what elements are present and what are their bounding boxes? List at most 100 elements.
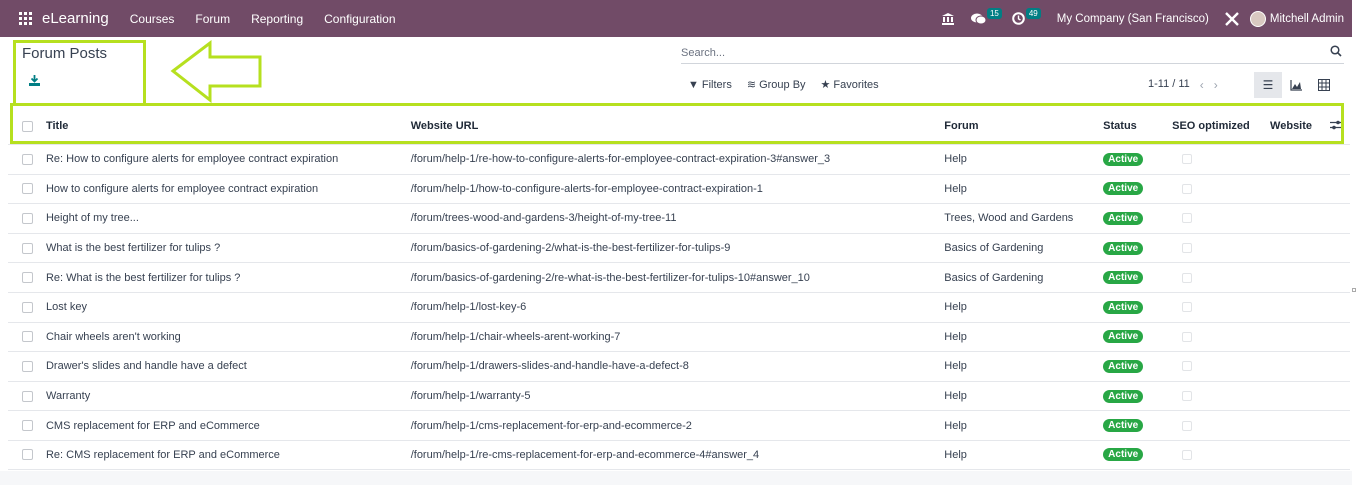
row-checkbox[interactable]: [22, 420, 33, 432]
highlight-box-title: [13, 40, 146, 106]
search-icon[interactable]: [1330, 45, 1342, 60]
cell-seo-optimized: [1172, 361, 1270, 372]
seo-checkbox: [1182, 243, 1193, 254]
cell-website-url: /forum/help-1/how-to-configure-alerts-fo…: [410, 182, 763, 195]
menu-courses[interactable]: Courses: [130, 12, 175, 26]
cell-seo-optimized: [1172, 449, 1270, 460]
cell-title: Re: How to configure alerts for employee…: [45, 153, 339, 166]
cell-seo-optimized: [1172, 154, 1270, 165]
company-switcher[interactable]: My Company (San Francisco): [1057, 13, 1209, 25]
table-row[interactable]: How to configure alerts for employee con…: [8, 173, 1350, 204]
cell-forum: Help: [944, 182, 967, 195]
cell-website-url: /forum/help-1/warranty-5: [410, 390, 531, 403]
cell-seo-optimized: [1172, 183, 1270, 194]
row-checkbox[interactable]: [22, 331, 33, 343]
graph-view-icon[interactable]: [1282, 72, 1310, 98]
cell-seo-optimized: [1172, 302, 1270, 313]
footer-band: [0, 471, 1352, 485]
highlight-box-header: [10, 103, 1344, 144]
activities-icon[interactable]: 49: [1012, 8, 1041, 25]
cell-status: Active: [1103, 359, 1172, 373]
table-row[interactable]: Warranty/forum/help-1/warranty-5 Help Acti…: [8, 380, 1350, 411]
cell-forum: Help: [944, 153, 967, 166]
table-row[interactable]: CMS replacement for ERP and eCommerce/fo…: [8, 410, 1350, 440]
table-row[interactable]: Height of my tree... /forum/trees-wood-an…: [8, 203, 1350, 233]
menu-reporting[interactable]: Reporting: [251, 12, 303, 26]
status-badge: Active: [1103, 359, 1144, 373]
favorites-button[interactable]: ★ Favorites: [821, 78, 879, 92]
status-badge: Active: [1103, 448, 1144, 462]
cell-forum: Basics of Gardening: [944, 242, 1044, 255]
cell-status: Active: [1103, 211, 1172, 225]
favorites-label: Favorites: [833, 78, 879, 91]
app-brand[interactable]: eLearning: [42, 10, 109, 27]
cell-title: CMS replacement for ERP and eCommerce: [45, 419, 260, 432]
cell-forum: Help: [944, 448, 967, 461]
cell-title: Chair wheels aren't working: [45, 330, 181, 343]
apps-menu-icon[interactable]: [19, 12, 32, 25]
filters-button[interactable]: ▼ Filters: [688, 78, 732, 91]
seo-checkbox: [1182, 449, 1193, 460]
table-body: Re: How to configure alerts for employee…: [8, 144, 1350, 470]
table-row[interactable]: Re: What is the best fertilizer for tuli…: [8, 262, 1350, 292]
cell-title: Lost key: [45, 301, 87, 314]
table-row[interactable]: Drawer's slides and handle have a defect…: [8, 351, 1350, 381]
filter-icon: ▼: [688, 78, 699, 91]
group-by-button[interactable]: ≋ Group By: [746, 78, 806, 92]
seo-checkbox: [1182, 213, 1193, 224]
annotation-arrow-icon: [170, 40, 262, 104]
row-checkbox[interactable]: [22, 183, 33, 195]
row-checkbox[interactable]: [22, 390, 33, 402]
table-row[interactable]: What is the best fertilizer for tulips ?…: [8, 232, 1350, 263]
search-input[interactable]: [681, 46, 1301, 59]
cell-status: Active: [1103, 300, 1172, 314]
cell-website-url: /forum/help-1/re-how-to-configure-alerts…: [410, 153, 831, 166]
cell-seo-optimized: [1172, 243, 1270, 254]
user-menu[interactable]: Mitchell Admin: [1270, 13, 1344, 25]
resize-handle[interactable]: [1352, 288, 1356, 292]
table-row[interactable]: Re: CMS replacement for ERP and eCommerc…: [8, 439, 1350, 470]
pager-next-icon[interactable]: ›: [1214, 78, 1218, 92]
table-row[interactable]: Chair wheels aren't working/forum/help-1…: [8, 321, 1350, 352]
website-icon[interactable]: [941, 12, 955, 25]
seo-checkbox: [1182, 272, 1193, 283]
row-checkbox[interactable]: [22, 360, 33, 372]
menu-forum[interactable]: Forum: [195, 12, 230, 26]
messages-badge: 15: [986, 8, 1002, 19]
row-checkbox[interactable]: [22, 449, 33, 461]
cell-status: Active: [1103, 271, 1172, 285]
cell-status: Active: [1103, 389, 1172, 403]
table-row[interactable]: Re: How to configure alerts for employee…: [8, 144, 1350, 174]
cell-status: Active: [1103, 152, 1172, 166]
seo-checkbox: [1182, 183, 1193, 194]
main-menu: Courses Forum Reporting Configuration: [130, 12, 417, 26]
cell-title: Re: What is the best fertilizer for tuli…: [45, 271, 241, 284]
pivot-view-icon[interactable]: [1310, 72, 1338, 98]
cell-forum: Help: [944, 390, 967, 403]
row-checkbox[interactable]: [22, 212, 33, 224]
cell-website-url: /forum/basics-of-gardening-2/re-what-is-…: [410, 271, 810, 284]
row-checkbox[interactable]: [22, 242, 33, 254]
pager-value[interactable]: 1-11 / 11: [1148, 78, 1190, 92]
user-avatar[interactable]: [1249, 10, 1266, 27]
row-checkbox[interactable]: [22, 153, 33, 165]
status-badge: Active: [1103, 389, 1144, 403]
layers-icon: ≋: [746, 79, 757, 91]
cell-status: Active: [1103, 330, 1172, 344]
filters-label: Filters: [701, 78, 732, 91]
list-view-icon[interactable]: ☰: [1254, 72, 1282, 98]
status-badge: Active: [1103, 330, 1144, 344]
row-checkbox[interactable]: [22, 272, 33, 284]
messages-icon[interactable]: 15: [970, 8, 1002, 25]
menu-configuration[interactable]: Configuration: [324, 12, 395, 26]
debug-tools-icon[interactable]: [1224, 11, 1240, 27]
cell-forum: Basics of Gardening: [944, 271, 1044, 284]
pager-previous-icon[interactable]: ‹: [1200, 78, 1204, 92]
table-row[interactable]: Lost key/forum/help-1/lost-key-6 Help Acti…: [8, 291, 1350, 322]
cell-website-url: /forum/trees-wood-and-gardens-3/height-o…: [410, 212, 677, 225]
row-checkbox[interactable]: [22, 301, 33, 313]
cell-title: Warranty: [45, 390, 91, 403]
status-badge: Active: [1103, 300, 1144, 314]
status-badge: Active: [1103, 211, 1144, 225]
seo-checkbox: [1182, 391, 1193, 402]
